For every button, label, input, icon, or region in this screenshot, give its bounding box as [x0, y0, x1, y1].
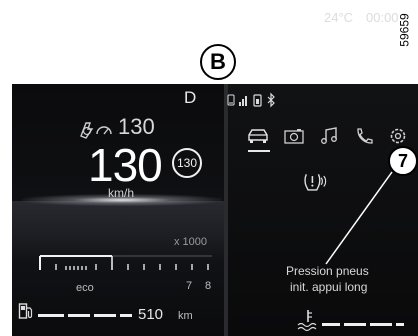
- callout-marker: 7: [388, 146, 418, 176]
- rpm-gauge: [39, 255, 212, 270]
- fuel-range-unit: km: [178, 310, 193, 322]
- figure-reference-number: 59659: [398, 13, 412, 47]
- tyre-pressure-icon: [304, 174, 327, 191]
- active-tab-indicator: [248, 150, 270, 152]
- tab-phone[interactable]: [352, 126, 376, 146]
- current-speed: 130: [88, 139, 163, 191]
- gear-indicator: D: [184, 88, 197, 107]
- alert-message-line-1: Pression pneus: [286, 264, 369, 278]
- fuel-range-value: 510: [138, 306, 164, 323]
- speed-limiter-icon: [80, 122, 112, 139]
- clock: 00:00: [366, 10, 399, 25]
- view-label: B: [200, 44, 236, 80]
- info-display: [228, 84, 418, 336]
- instrument-cluster: D 130 130 130 km/h x 1000 eco 7 8 510 km: [12, 84, 418, 336]
- speed-unit: km/h: [108, 186, 135, 200]
- rpm-scale-label: x 1000: [174, 236, 208, 248]
- alert-message-line-2: init. appui long: [290, 280, 368, 294]
- coolant-temperature-gauge: [297, 310, 404, 332]
- fuel-level-bar: [38, 314, 132, 317]
- eco-zone-label: eco: [76, 282, 94, 294]
- driving-display: D 130 130 130 km/h x 1000 eco 7 8 510 km: [12, 84, 224, 336]
- status-icons: [227, 92, 275, 108]
- rpm-tick-8: 8: [205, 280, 212, 292]
- fuel-pump-icon: [18, 303, 33, 319]
- bluetooth-icon: [267, 92, 275, 108]
- tab-camera[interactable]: [282, 126, 306, 146]
- phone-icon: [357, 128, 373, 144]
- camera-icon: [284, 129, 304, 144]
- tab-settings[interactable]: [386, 126, 410, 146]
- phone-status-icon: [227, 94, 235, 106]
- limiter-speed-value: 130: [118, 114, 155, 139]
- tab-music[interactable]: [318, 126, 342, 146]
- settings-icon: [390, 128, 406, 144]
- outside-temperature: 24°C: [324, 10, 354, 25]
- rpm-tick-7: 7: [186, 280, 193, 292]
- tab-vehicle[interactable]: [246, 126, 270, 146]
- coolant-temperature-icon: [297, 310, 317, 332]
- signal-icon: [239, 96, 247, 106]
- speed-limit-sign: 130: [172, 148, 202, 178]
- music-icon: [321, 127, 337, 144]
- battery-icon: [253, 94, 262, 107]
- car-icon: [248, 129, 268, 143]
